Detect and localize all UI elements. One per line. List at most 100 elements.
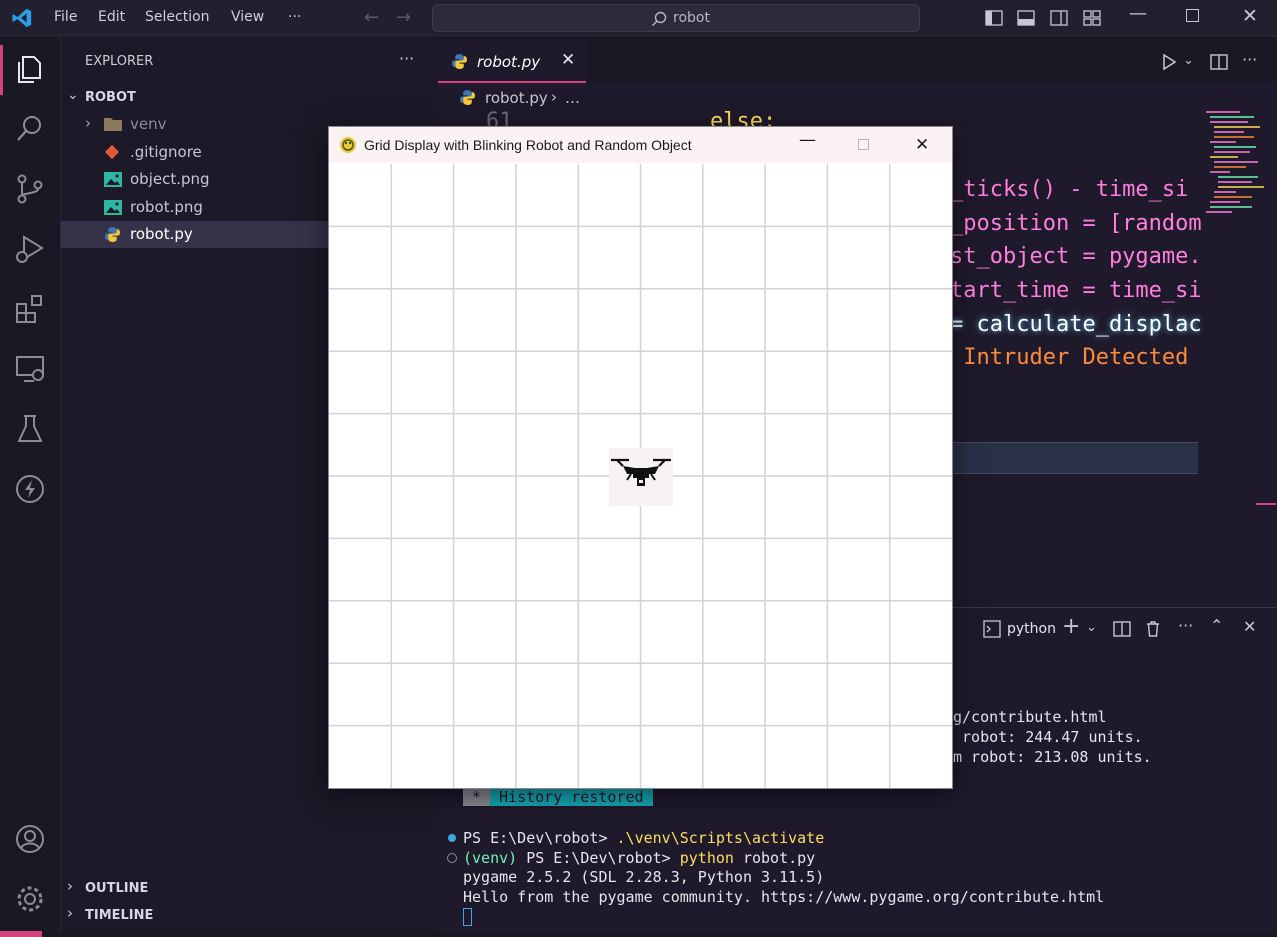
command-decoration-icon[interactable] [447,853,457,863]
source-control-icon[interactable] [12,171,48,207]
terminal-output-line: g/contribute.html [953,708,1107,726]
prompt-command: .\venv\Scripts\activate [616,829,825,847]
command-decoration-icon[interactable] [448,834,456,842]
prompt-path: PS E:\Dev\robot> [526,849,680,867]
folder-icon [104,118,122,131]
accounts-icon[interactable] [12,821,48,857]
workspace-root-label: ROBOT [85,90,136,105]
close-panel-icon[interactable]: ✕ [1243,617,1256,636]
breadcrumb-more[interactable]: … [565,89,580,107]
explorer-icon[interactable] [12,51,48,87]
pygame-window[interactable]: Grid Display with Blinking Robot and Ran… [328,126,953,789]
timeline-label: TIMELINE [85,908,154,923]
image-icon [104,200,122,215]
menu-file[interactable]: File [54,9,77,25]
pygame-title-bar[interactable]: Grid Display with Blinking Robot and Ran… [329,127,952,163]
split-terminal-icon[interactable] [1113,620,1131,638]
prompt-venv: (venv) [463,849,527,867]
menu-more[interactable]: ··· [288,9,301,25]
code-line: tart_time = time_si [950,278,1202,303]
pygame-minimize-icon[interactable]: — [799,130,816,150]
manage-gear-icon[interactable] [12,881,48,917]
terminal-output-line: Hello from the pygame community. https:/… [463,888,1105,906]
robot-drone-icon [609,448,673,506]
terminal-icon [983,620,1001,638]
panel-more-actions-icon[interactable]: ··· [1178,616,1193,635]
menu-view[interactable]: View [231,9,264,25]
prompt-argument: robot.py [733,849,816,867]
extensions-icon[interactable] [12,291,48,327]
tab-robot-py[interactable]: robot.py ✕ [438,40,586,83]
code-line: st_object = pygame. [950,244,1202,269]
history-star: * [463,788,491,806]
pygame-grid-canvas[interactable] [329,164,952,788]
python-icon [460,90,475,105]
tree-item-venv-label: venv [130,115,167,133]
chevron-right-icon: › [67,904,73,922]
search-text: robot [673,10,710,26]
toggle-primary-sidebar-icon[interactable] [985,9,1003,27]
minimize-icon[interactable]: — [1129,3,1147,24]
run-dropdown-chevron-icon[interactable]: ⌄ [1183,53,1194,68]
customize-layout-icon[interactable] [1083,9,1101,27]
explorer-title: EXPLORER [85,54,154,69]
menu-selection[interactable]: Selection [145,9,210,25]
maximize-icon[interactable] [1186,9,1199,22]
pygame-snake-icon [340,137,356,153]
testing-icon[interactable] [12,411,48,447]
tree-item-robot-png-label: robot.png [130,198,203,216]
current-line-highlight [953,442,1198,474]
toggle-panel-icon[interactable] [1017,9,1035,27]
terminal-name[interactable]: python [1007,621,1056,637]
git-icon [104,144,120,160]
timeline-section[interactable]: › TIMELINE [61,901,438,928]
editor-more-actions-icon[interactable]: ··· [1242,50,1257,69]
forward-arrow-icon[interactable]: → [396,7,411,28]
thunder-client-icon[interactable] [12,471,48,507]
terminal-output-line: m robot: 213.08 units. [953,748,1152,766]
tab-label: robot.py [477,53,541,71]
python-icon [105,227,120,242]
pygame-maximize-icon[interactable] [858,139,869,150]
terminal-cursor[interactable] [463,908,472,926]
run-debug-icon[interactable] [12,231,48,267]
remote-explorer-icon[interactable] [12,351,48,387]
pygame-window-title: Grid Display with Blinking Robot and Ran… [364,137,692,153]
workspace-root[interactable]: ⌄ ROBOT [61,84,438,111]
kill-terminal-trash-icon[interactable] [1144,620,1162,638]
close-window-icon[interactable]: ✕ [1242,5,1258,27]
active-indicator [0,45,3,95]
code-line: Intruder Detected [950,345,1202,370]
new-terminal-plus-icon[interactable]: + [1062,614,1080,639]
tab-close-icon[interactable]: ✕ [561,50,575,70]
toggle-secondary-sidebar-icon[interactable] [1050,9,1068,27]
split-editor-icon[interactable] [1210,53,1228,71]
search-sidebar-icon[interactable] [12,111,48,147]
activity-bar [0,37,61,937]
status-bar-remote-indicator[interactable] [0,931,42,937]
status-bar [42,931,1277,937]
pygame-close-icon[interactable]: ✕ [915,135,929,155]
outline-section[interactable]: › OUTLINE [61,874,438,901]
prompt-command: python [679,849,734,867]
back-arrow-icon[interactable]: ← [364,7,379,28]
maximize-panel-chevron-icon[interactable]: ⌃ [1210,616,1223,635]
tree-item-object-png-label: object.png [130,170,210,188]
terminal-prompt-1: PS E:\Dev\robot> .\venv\Scripts\activate [463,828,824,847]
tree-item-gitignore-label: .gitignore [130,143,202,161]
breadcrumb-file[interactable]: robot.py [485,89,548,107]
terminal-dropdown-chevron-icon[interactable]: ⌄ [1086,620,1097,635]
python-icon [452,54,467,69]
prompt-path: PS E:\Dev\robot> [463,829,617,847]
history-restored-label: History restored [490,788,653,806]
chevron-right-icon: › [85,114,91,132]
minimap[interactable] [1200,105,1264,265]
menu-edit[interactable]: Edit [98,9,125,25]
command-center-search[interactable]: robot [432,4,920,32]
run-python-file-icon[interactable] [1160,53,1178,71]
image-icon [104,172,122,187]
scrollbar-marker [1256,503,1276,505]
search-icon [652,11,667,26]
vscode-logo-icon [12,8,32,28]
explorer-more-icon[interactable]: ··· [399,49,414,68]
